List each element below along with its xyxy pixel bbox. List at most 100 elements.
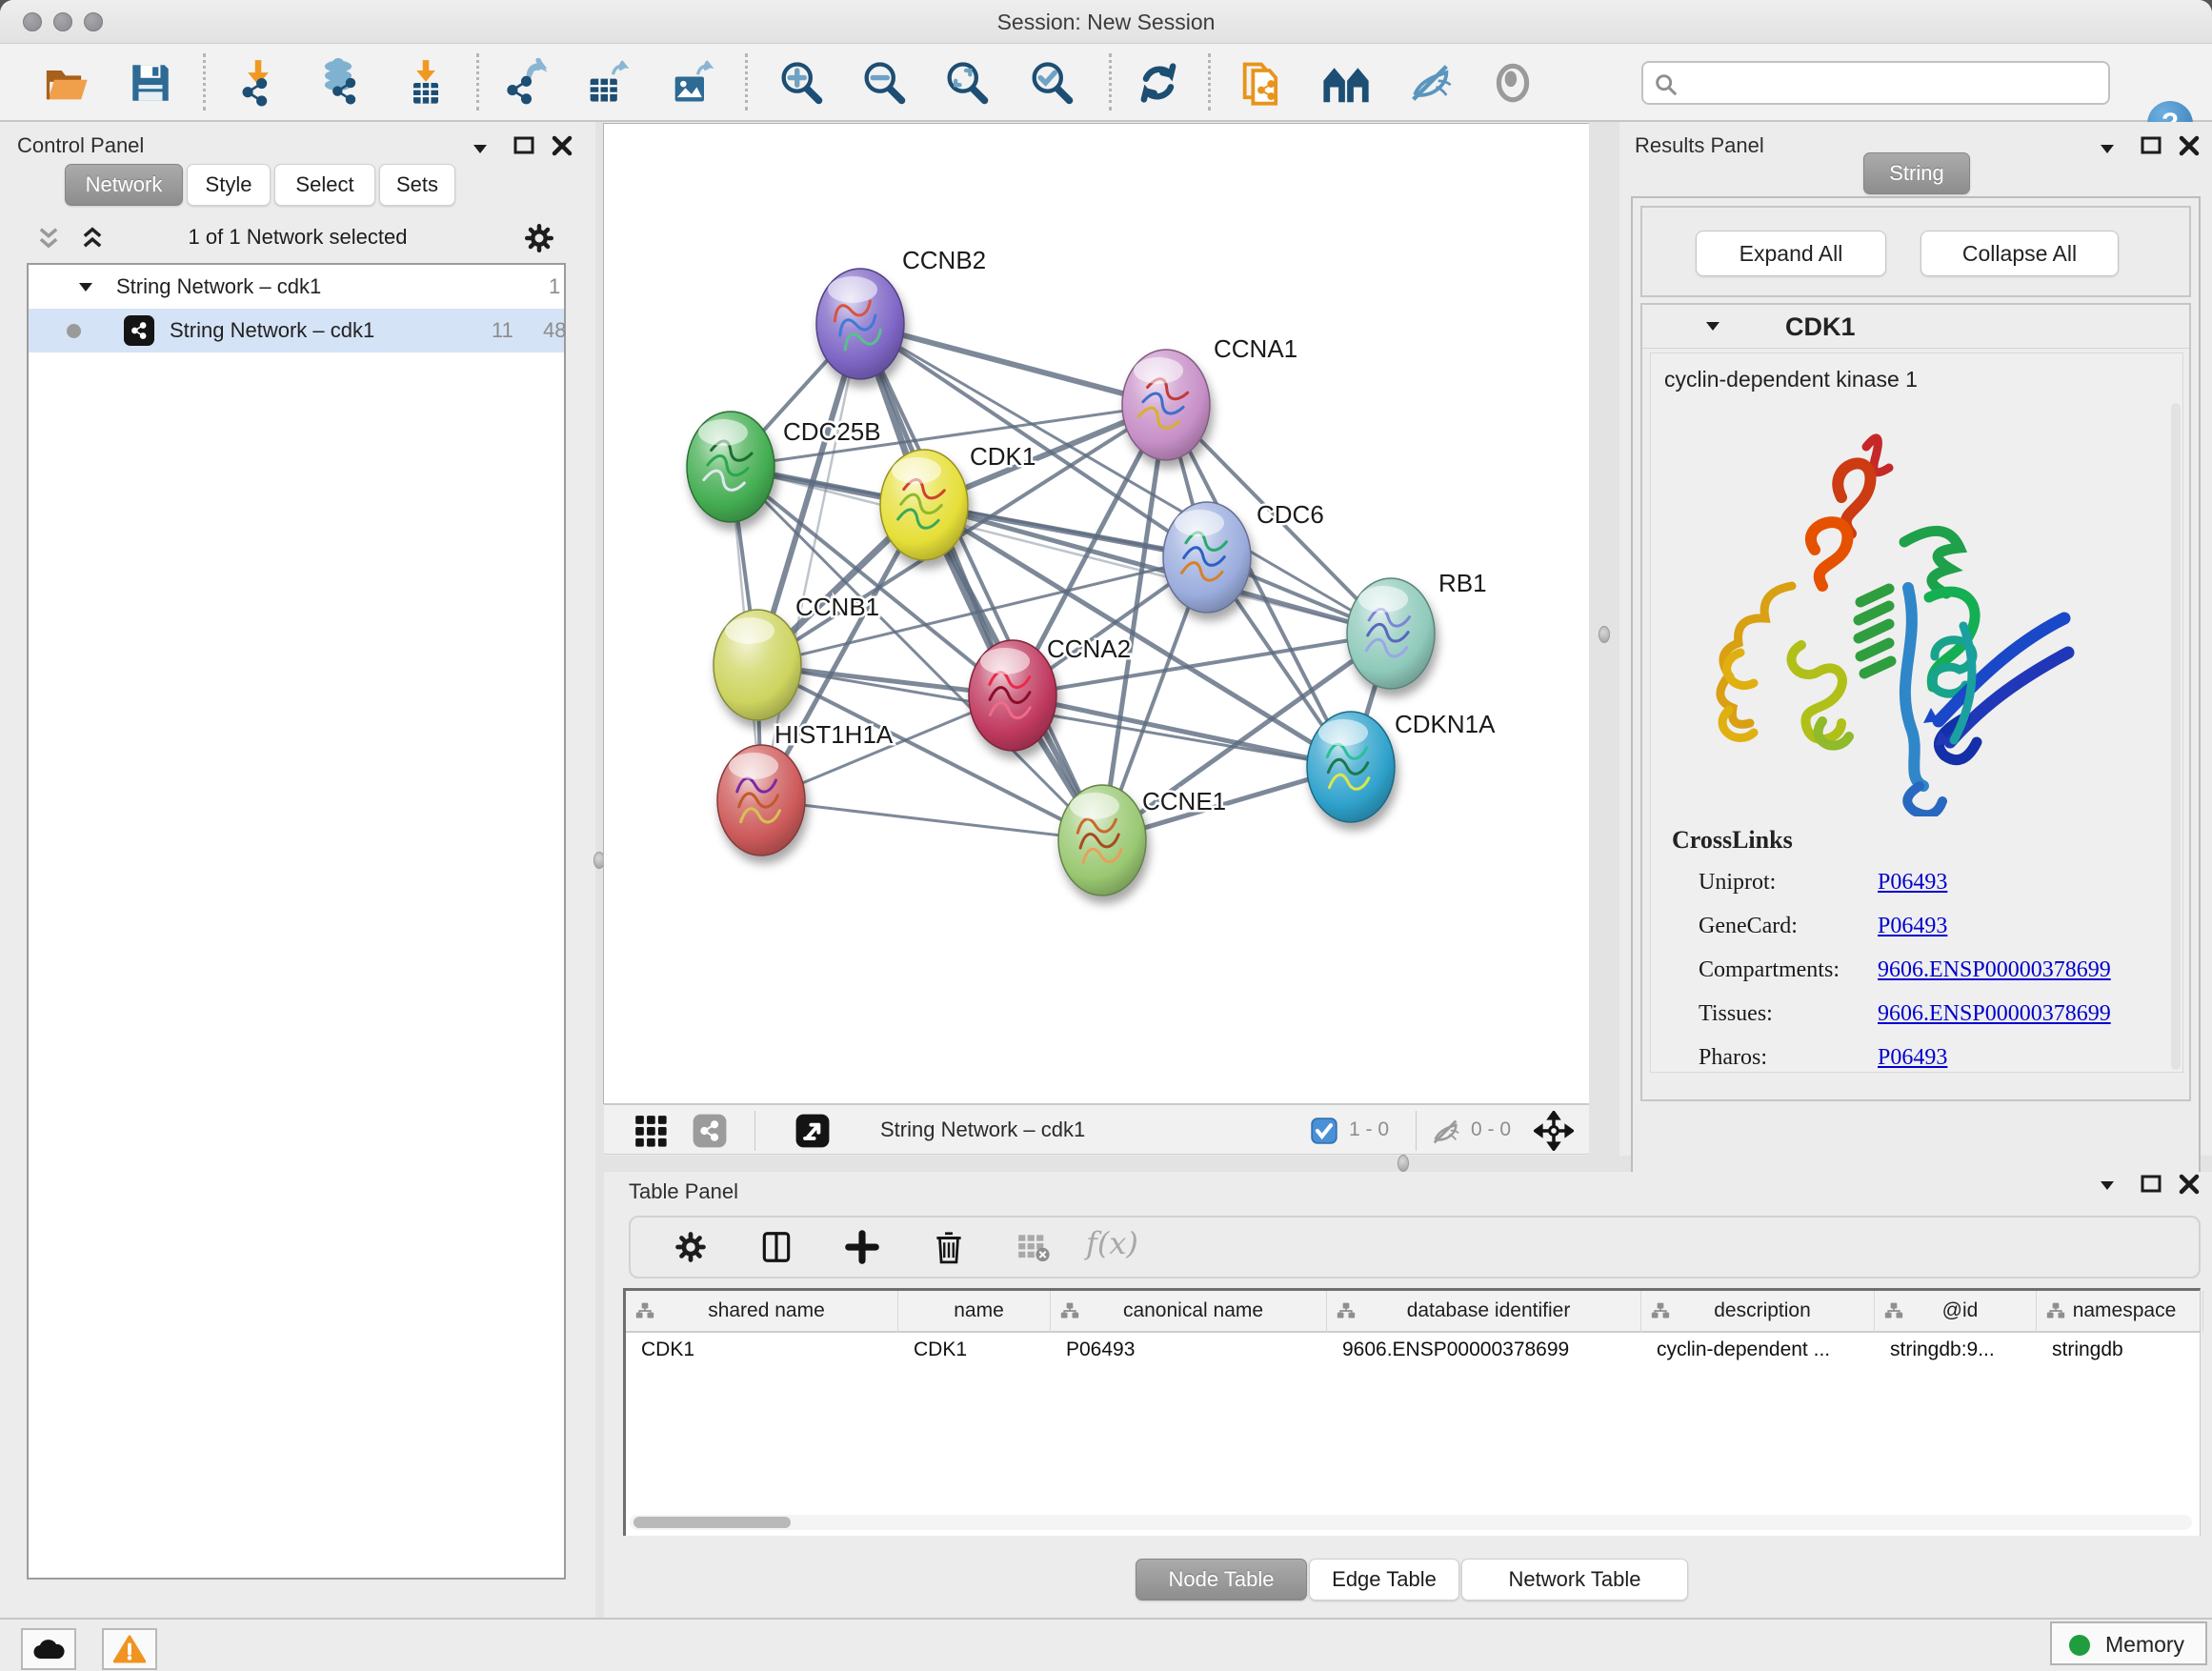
delete-table-icon (1016, 1229, 1052, 1265)
tab-select[interactable]: Select (274, 164, 375, 206)
column-header-namespace[interactable]: namespace (2037, 1291, 2203, 1333)
table-cell[interactable]: P06493 (1066, 1339, 1323, 1361)
crosslink-link[interactable]: 9606.ENSP00000378699 (1878, 957, 2111, 983)
zoom-selected-button[interactable] (1024, 56, 1077, 110)
crosslink-label: Compartments: (1699, 957, 1840, 983)
scrollbar-thumb[interactable] (633, 1517, 791, 1528)
open-in-window-button[interactable] (794, 1113, 831, 1149)
tab-edge-table[interactable]: Edge Table (1309, 1559, 1459, 1601)
column-header-database-identifier[interactable]: database identifier (1327, 1291, 1641, 1333)
expand-all-button[interactable]: Expand All (1696, 231, 1886, 276)
network-node-CCNB2[interactable]: CCNB2 (816, 246, 986, 379)
table-cell[interactable]: stringdb (2052, 1339, 2200, 1361)
close-panel-icon[interactable] (2178, 134, 2201, 157)
grid-icon (633, 1113, 669, 1149)
zoom-out-button[interactable] (856, 56, 910, 110)
import-table-file-button[interactable] (399, 56, 452, 110)
column-header-shared-name[interactable]: shared name (626, 1291, 898, 1333)
crosslink-link[interactable]: 9606.ENSP00000378699 (1878, 1001, 2111, 1027)
panel-menu-icon[interactable] (2100, 1179, 2117, 1193)
network-options-gear-icon[interactable] (522, 221, 556, 255)
panel-menu-icon[interactable] (473, 143, 490, 156)
open-session-button[interactable] (40, 56, 93, 110)
network-collection-row[interactable]: String Network – cdk1 1 (29, 265, 564, 309)
table-cell[interactable]: 9606.ENSP00000378699 (1342, 1339, 1638, 1361)
close-panel-icon[interactable] (2178, 1173, 2201, 1196)
export-image-button[interactable] (665, 56, 718, 110)
crosslink-link[interactable]: P06493 (1878, 914, 1947, 939)
first-neighbors-button[interactable] (1319, 56, 1373, 110)
memory-button[interactable]: Memory (2050, 1621, 2207, 1665)
title-bar: Session: New Session (0, 0, 2212, 44)
search-input[interactable] (1685, 65, 2104, 101)
tab-style[interactable]: Style (187, 164, 271, 206)
import-network-file-button[interactable] (231, 56, 285, 110)
warnings-button[interactable] (102, 1628, 157, 1670)
hide-selected-button[interactable] (1403, 56, 1457, 110)
network-row-selected[interactable]: String Network – cdk1 11 48 (29, 309, 564, 352)
function-builder-button[interactable]: f(x) (1086, 1225, 1138, 1261)
table-cell[interactable]: stringdb:9... (1890, 1339, 2033, 1361)
network-node-CCNA2[interactable]: CCNA2 (969, 634, 1131, 751)
gene-card-header[interactable]: CDK1 (1642, 305, 2189, 349)
show-all-button[interactable] (1486, 56, 1539, 110)
collapse-all-button[interactable]: Collapse All (1920, 231, 2119, 276)
column-header-canonical-name[interactable]: canonical name (1051, 1291, 1327, 1333)
network-node-CCNB1[interactable]: CCNB1 (714, 593, 879, 720)
zoom-in-button[interactable] (774, 56, 827, 110)
network-node-CDKN1A[interactable]: CDKN1A (1307, 710, 1496, 822)
network-node-CDC25B[interactable]: CDC25B (687, 412, 881, 522)
column-header-description[interactable]: description (1641, 1291, 1875, 1333)
collection-caret-icon[interactable] (78, 281, 93, 292)
table-cell[interactable]: CDK1 (641, 1339, 895, 1361)
string-style-button[interactable] (692, 1113, 728, 1149)
network-canvas[interactable]: CCNB2CCNA1CDC25BCDK1CDC6RB1CCNB1CCNA2CDK… (604, 124, 1589, 1103)
selected-checkbox[interactable] (1311, 1117, 1337, 1144)
table-cell[interactable]: CDK1 (914, 1339, 1047, 1361)
clone-network-button[interactable] (1235, 56, 1288, 110)
results-scrollbar[interactable] (2171, 403, 2181, 1070)
network-node-RB1[interactable]: RB1 (1347, 569, 1487, 689)
float-panel-icon[interactable] (2140, 133, 2164, 158)
network-node-CCNE1[interactable]: CCNE1 (1058, 785, 1226, 896)
save-session-button[interactable] (124, 56, 177, 110)
network-node-CCNA1[interactable]: CCNA1 (1122, 334, 1297, 460)
delete-table-button-disabled[interactable] (1016, 1229, 1052, 1265)
birds-eye-toggle[interactable] (1534, 1111, 1574, 1151)
hidden-toggle[interactable] (1429, 1116, 1461, 1148)
table-options-button[interactable] (673, 1229, 709, 1265)
right-splitter-handle[interactable] (1599, 626, 1610, 643)
crosslink-link[interactable]: P06493 (1878, 1045, 1947, 1071)
tab-network[interactable]: Network (65, 164, 183, 206)
app-window: Session: New Session (0, 0, 2212, 1671)
delete-column-button[interactable] (932, 1229, 966, 1265)
tab-network-table[interactable]: Network Table (1461, 1559, 1688, 1601)
tab-sets[interactable]: Sets (379, 164, 455, 206)
collapse-caret-icon[interactable] (1705, 320, 1722, 333)
left-splitter[interactable] (595, 122, 604, 1618)
database-icon (313, 58, 363, 108)
network-node-HIST1H1A[interactable]: HIST1H1A (717, 720, 894, 856)
close-panel-icon[interactable] (551, 134, 573, 157)
float-panel-icon[interactable] (2140, 1172, 2164, 1197)
crosslink-label: GeneCard: (1699, 914, 1798, 939)
export-network-button[interactable] (498, 56, 552, 110)
tab-node-table[interactable]: Node Table (1136, 1559, 1307, 1601)
show-columns-button[interactable] (758, 1229, 794, 1265)
crosslink-link[interactable]: P06493 (1878, 870, 1947, 896)
export-table-button[interactable] (580, 56, 633, 110)
grid-view-button[interactable] (633, 1113, 669, 1149)
float-panel-icon[interactable] (513, 133, 537, 158)
refresh-view-button[interactable] (1132, 56, 1185, 110)
import-network-database-button[interactable] (312, 56, 365, 110)
table-cell[interactable]: cyclin-dependent ... (1657, 1339, 1871, 1361)
column-header-@id[interactable]: @id (1875, 1291, 2037, 1333)
column-header-name[interactable]: name (898, 1291, 1051, 1333)
panel-menu-icon[interactable] (2100, 143, 2117, 156)
zoom-fit-button[interactable] (939, 56, 993, 110)
cloud-status-button[interactable] (21, 1628, 76, 1670)
tab-string[interactable]: String (1863, 152, 1970, 194)
bottom-splitter-handle[interactable] (1398, 1155, 1409, 1172)
add-column-button[interactable] (844, 1229, 880, 1265)
search-icon (1653, 71, 1679, 98)
